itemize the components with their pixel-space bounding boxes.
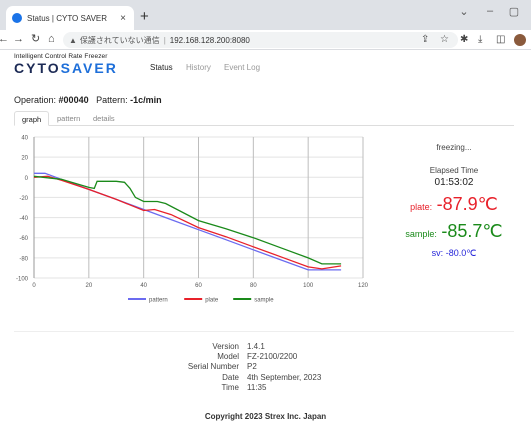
- brand-logo-left: CYTO: [14, 60, 61, 76]
- operation-line: Operation: #00040 Pattern: -1c/min: [14, 95, 162, 105]
- x-tick-label: 0: [32, 283, 36, 289]
- copyright: Copyright 2023 Strex Inc. Japan: [204, 412, 327, 421]
- brand-tagline: Intelligent Control Rate Freezer: [14, 53, 108, 60]
- info-value: FZ-2100/2200: [247, 352, 298, 362]
- info-key: Model: [217, 352, 239, 362]
- forward-arrow-icon[interactable]: →: [13, 32, 24, 46]
- download-icon[interactable]: ⤓: [478, 33, 482, 47]
- new-tab-button[interactable]: +: [140, 8, 149, 26]
- device-info: Version 1.4.1 Model FZ-2100/2200 Serial …: [140, 342, 400, 393]
- operation-label: Operation:: [14, 95, 57, 105]
- info-value: 4th September, 2023: [247, 372, 322, 382]
- elapsed-time-label: Elapsed Time: [429, 166, 479, 175]
- tab-title: Status | CYTO SAVER: [27, 13, 108, 23]
- y-tick-label: -40: [19, 216, 28, 222]
- legend-label-sample: sample: [254, 297, 274, 303]
- extensions-icon[interactable]: ✱: [460, 33, 468, 47]
- browser-toolbar: ← → ↻ ⌂ ▲ 保護されていない通信 | 192.168.128.200:8…: [0, 30, 531, 50]
- brand-logo: CYTOSAVER: [14, 60, 118, 76]
- series-line-sample: [33, 175, 342, 265]
- page-content: Intelligent Control Rate Freezer CYTOSAV…: [0, 51, 531, 443]
- globe-icon: [12, 13, 22, 23]
- sidepanel-icon[interactable]: ◫: [496, 33, 505, 47]
- plate-temp-row: plate: -87.9℃: [384, 194, 524, 215]
- info-row-date: Date 4th September, 2023: [140, 373, 400, 383]
- url-text[interactable]: 192.168.128.200:8080: [170, 36, 250, 45]
- operation-value: #00040: [58, 95, 89, 105]
- subtab-bar: graph pattern details: [14, 111, 514, 126]
- x-tick-label: 60: [195, 283, 202, 289]
- browser-tab[interactable]: Status | CYTO SAVER ×: [6, 6, 134, 30]
- plate-label: plate:: [410, 202, 433, 212]
- chart-svg: 40200-20-40-60-80-1000 20 40 60 80 100 120patt…: [16, 136, 369, 304]
- sample-temp-row: sample: -85.7℃: [384, 221, 524, 242]
- temperature-chart: 40 20 0 -20 -40 -60 -80 -100 0 20 40 60 80 100 120 patt…: [0, 131, 380, 311]
- sv-value: -80.0℃: [445, 248, 477, 258]
- section-divider: [14, 331, 514, 332]
- y-tick-label: -100: [16, 277, 29, 283]
- x-tick-label: 80: [250, 283, 257, 289]
- sv-label: sv:: [431, 248, 444, 258]
- info-key: Date: [222, 372, 239, 382]
- info-value: P2: [247, 362, 257, 372]
- y-tick-label: -80: [19, 256, 28, 262]
- tab-pattern[interactable]: pattern: [50, 111, 87, 126]
- browser-tabstrip: Status | CYTO SAVER × + ⌄ – ▢: [0, 0, 531, 30]
- info-key: Serial Number: [187, 362, 239, 372]
- home-icon[interactable]: ⌂: [48, 32, 55, 46]
- y-tick-label: 0: [25, 176, 29, 182]
- sample-label: sample:: [405, 229, 437, 239]
- freezing-status: freezing...: [436, 143, 472, 152]
- pattern-value: -1c/min: [130, 95, 162, 105]
- legend-label-plate: plate: [205, 297, 219, 303]
- info-key: Version: [212, 342, 239, 351]
- close-tab-icon[interactable]: ×: [118, 13, 128, 24]
- sample-value: -85.7℃: [441, 221, 503, 241]
- series-line-plate: [33, 175, 342, 270]
- minimize-icon[interactable]: –: [482, 5, 498, 17]
- tab-graph[interactable]: graph: [14, 111, 50, 126]
- info-row-version: Version 1.4.1: [140, 342, 400, 352]
- nav-history[interactable]: History: [186, 63, 211, 72]
- info-key: Time: [221, 382, 239, 392]
- plate-value: -87.9℃: [436, 194, 498, 214]
- pattern-label: Pattern:: [96, 95, 128, 105]
- nav-status[interactable]: Status: [150, 63, 173, 72]
- tab-details[interactable]: details: [86, 111, 122, 126]
- y-tick-label: -60: [19, 236, 28, 242]
- profile-avatar[interactable]: [514, 34, 526, 46]
- x-tick-label: 120: [358, 283, 369, 289]
- info-row-model: Model FZ-2100/2200: [140, 352, 400, 362]
- x-tick-label: 20: [85, 283, 92, 289]
- omnibox-divider: |: [163, 35, 166, 45]
- status-panel: freezing... Elapsed Time 01:53:02 plate:…: [384, 143, 524, 259]
- sv-row: sv: -80.0℃: [384, 248, 524, 259]
- y-tick-label: 20: [21, 156, 28, 162]
- security-warning[interactable]: 保護されていない通信: [80, 35, 160, 46]
- info-row-time: Time 11:35: [140, 383, 400, 393]
- maximize-icon[interactable]: ▢: [506, 5, 522, 18]
- legend-label-pattern: pattern: [149, 297, 168, 303]
- share-icon[interactable]: ⇪: [421, 33, 429, 47]
- series-line-pattern: [34, 172, 342, 271]
- warning-icon: ▲: [69, 35, 77, 45]
- reload-icon[interactable]: ↻: [31, 32, 40, 46]
- back-arrow-icon[interactable]: ←: [0, 32, 9, 46]
- chevron-down-icon[interactable]: ⌄: [456, 5, 472, 18]
- y-tick-label: 40: [21, 136, 28, 142]
- x-tick-label: 40: [140, 283, 147, 289]
- info-row-serial: Serial Number P2: [140, 362, 400, 372]
- brand-logo-right: SAVER: [60, 60, 118, 76]
- info-value: 1.4.1: [247, 342, 265, 351]
- x-tick-label: 100: [303, 283, 314, 289]
- y-tick-label: -20: [19, 196, 28, 202]
- address-bar[interactable]: ▲ 保護されていない通信 | 192.168.128.200:8080: [63, 32, 458, 48]
- nav-event-log[interactable]: Event Log: [224, 63, 260, 72]
- info-value: 11:35: [247, 382, 267, 392]
- bookmark-star-icon[interactable]: ☆: [440, 33, 449, 47]
- elapsed-time-value: 01:53:02: [434, 177, 474, 188]
